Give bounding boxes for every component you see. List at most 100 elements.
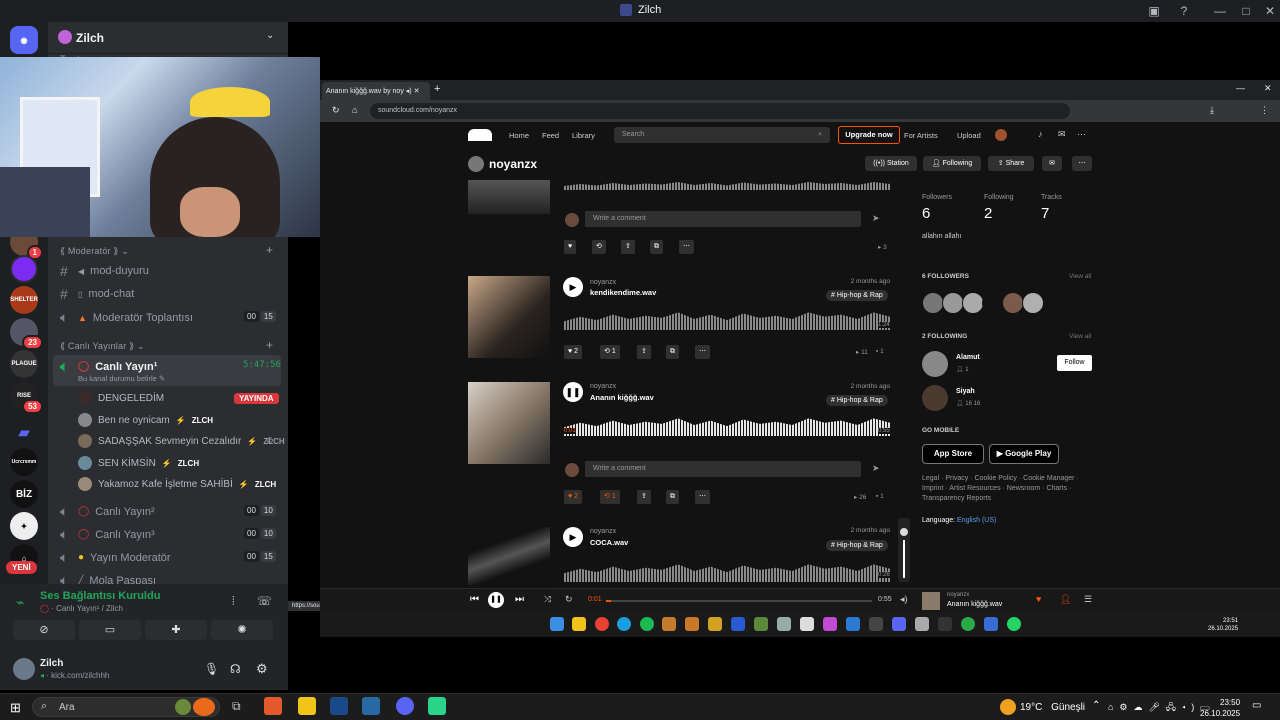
- track-artist[interactable]: noyanzx: [590, 279, 616, 286]
- more-button[interactable]: ⋯: [695, 345, 710, 359]
- help-icon[interactable]: ?: [1176, 3, 1192, 19]
- upgrade-button[interactable]: Upgrade now: [838, 126, 900, 144]
- follow-icon[interactable]: 👤︎: [1060, 594, 1071, 605]
- followers-label[interactable]: Followers: [922, 194, 952, 201]
- genre-tag[interactable]: # Hip-hop & Rap: [826, 395, 888, 406]
- brave-icon[interactable]: [264, 697, 282, 715]
- queue-icon[interactable]: ☰: [1084, 594, 1092, 605]
- like-button[interactable]: ♥ 2: [564, 345, 583, 359]
- share-button[interactable]: ⇪: [637, 490, 651, 504]
- player-artwork[interactable]: [922, 592, 940, 610]
- app-icon[interactable]: [777, 617, 791, 631]
- app-icon[interactable]: [984, 617, 998, 631]
- screen-share-button[interactable]: ▭: [79, 620, 141, 640]
- notification-icon[interactable]: ▭: [1252, 700, 1261, 711]
- steam-icon[interactable]: [846, 617, 860, 631]
- channel-live-3[interactable]: 🔈︎ ◯ Canlı Yayın³: [60, 526, 155, 543]
- more-icon[interactable]: ⋯: [1077, 129, 1086, 140]
- folder-icon[interactable]: ▰: [10, 418, 38, 446]
- pause-button[interactable]: ❚❚: [563, 382, 583, 402]
- voice-member[interactable]: DENGELEDİM: [78, 391, 164, 405]
- app-icon[interactable]: [869, 617, 883, 631]
- inbox-icon[interactable]: ▣: [1146, 3, 1162, 19]
- comment-input[interactable]: Write a comment: [585, 461, 861, 477]
- avatar[interactable]: [922, 385, 948, 411]
- avatar[interactable]: [1002, 292, 1024, 314]
- avatar[interactable]: [13, 658, 35, 680]
- like-button[interactable]: ♥: [564, 240, 577, 254]
- avatar[interactable]: [1022, 292, 1044, 314]
- add-channel-icon[interactable]: +: [266, 243, 273, 257]
- nav-library[interactable]: Library: [572, 131, 595, 140]
- chevron-down-icon[interactable]: ⌄: [266, 30, 274, 41]
- weather[interactable]: 19°C Güneşli: [1020, 702, 1085, 713]
- track-artwork[interactable]: [468, 180, 550, 214]
- view-all-following[interactable]: View all: [1069, 333, 1091, 340]
- discord-icon[interactable]: [396, 697, 414, 715]
- player-artist[interactable]: noyanzx: [947, 592, 969, 598]
- following-name[interactable]: Siyah: [956, 388, 975, 395]
- browser-tab[interactable]: Ananın kiğğğ.wav by noy ◂) ✕: [322, 82, 430, 100]
- track-title[interactable]: kendikendime.wav: [590, 288, 656, 297]
- soundcloud-logo-icon[interactable]: [468, 129, 492, 141]
- copy-link-button[interactable]: ⧉: [650, 240, 663, 254]
- app-icon[interactable]: [362, 697, 380, 715]
- bell-icon[interactable]: ♪: [1038, 129, 1043, 139]
- avatar[interactable]: [982, 292, 1004, 314]
- new-badge[interactable]: YENİ: [6, 561, 37, 574]
- track-artist[interactable]: noyanzx: [590, 383, 616, 390]
- more-button[interactable]: ⋯: [1072, 156, 1092, 171]
- task-view-icon[interactable]: ⧉: [232, 699, 241, 714]
- for-artists-link[interactable]: For Artists: [904, 131, 938, 140]
- discord-icon[interactable]: [892, 617, 906, 631]
- player-title[interactable]: Ananın kiğğğ.wav: [947, 601, 1002, 608]
- volume-slider[interactable]: [898, 518, 910, 582]
- edge-icon[interactable]: [617, 617, 631, 631]
- avatar[interactable]: [995, 129, 1007, 141]
- avatar[interactable]: [942, 292, 964, 314]
- copy-link-button[interactable]: ⧉: [666, 345, 679, 359]
- shuffle-icon[interactable]: ⤨: [544, 594, 551, 605]
- track-artist[interactable]: noyanzx: [590, 528, 616, 535]
- voice-member[interactable]: SEN KİMSİN ⚡ ZLCH: [78, 456, 199, 470]
- share-button[interactable]: ⇪: [637, 345, 651, 359]
- avatar[interactable]: [922, 292, 944, 314]
- windows-start-icon[interactable]: ⊞: [10, 700, 21, 716]
- progress-bar[interactable]: [606, 600, 872, 602]
- track-title[interactable]: COCA.wav: [590, 538, 628, 547]
- repost-button[interactable]: ⟲: [592, 240, 606, 254]
- track-artwork[interactable]: [468, 382, 550, 464]
- following-button[interactable]: 👤︎ Following: [923, 156, 981, 171]
- profile-name[interactable]: noyanzx: [489, 157, 537, 171]
- following-label[interactable]: Following: [984, 194, 1014, 201]
- avatar[interactable]: [962, 292, 984, 314]
- send-icon[interactable]: ➤: [872, 463, 880, 474]
- microphone-icon[interactable]: 🎙︎: [204, 662, 219, 676]
- like-button[interactable]: ♥ 2: [564, 490, 583, 504]
- channel-mod-meeting[interactable]: 🔈︎ ▲ Moderatör Toplantısı: [60, 309, 193, 326]
- server-header[interactable]: Zilch ⌄: [48, 22, 288, 54]
- share-button[interactable]: ⇪: [621, 240, 635, 254]
- app-icon[interactable]: [662, 617, 676, 631]
- server-plague[interactable]: PLAGUE: [10, 350, 38, 378]
- genre-tag[interactable]: # Hip-hop & Rap: [826, 540, 888, 551]
- file-explorer-icon[interactable]: [572, 617, 586, 631]
- channel-live-2[interactable]: 🔈︎ ◯ Canlı Yayın²: [60, 503, 155, 520]
- mail-icon[interactable]: ✉: [1058, 129, 1066, 140]
- server-icon[interactable]: [10, 255, 38, 283]
- disconnect-icon[interactable]: ☏: [257, 594, 272, 608]
- track-artwork[interactable]: [468, 527, 550, 585]
- category-moderator[interactable]: ⟪ Moderatör ⟫ ⌄: [60, 246, 129, 257]
- play-button[interactable]: ▶: [563, 277, 583, 297]
- repost-button[interactable]: ⟲ 1: [600, 345, 620, 359]
- follow-button[interactable]: Follow: [1057, 355, 1092, 371]
- app-icon[interactable]: [938, 617, 952, 631]
- app-icon[interactable]: [823, 617, 837, 631]
- username[interactable]: Zilch: [40, 658, 63, 669]
- message-button[interactable]: ✉: [1042, 156, 1062, 171]
- download-icon[interactable]: ⤓: [1210, 105, 1214, 116]
- minimize-button[interactable]: —: [1236, 83, 1245, 93]
- view-all-followers[interactable]: View all: [1069, 273, 1091, 280]
- minimize-button[interactable]: —: [1212, 3, 1228, 19]
- repeat-icon[interactable]: ↻: [565, 594, 573, 605]
